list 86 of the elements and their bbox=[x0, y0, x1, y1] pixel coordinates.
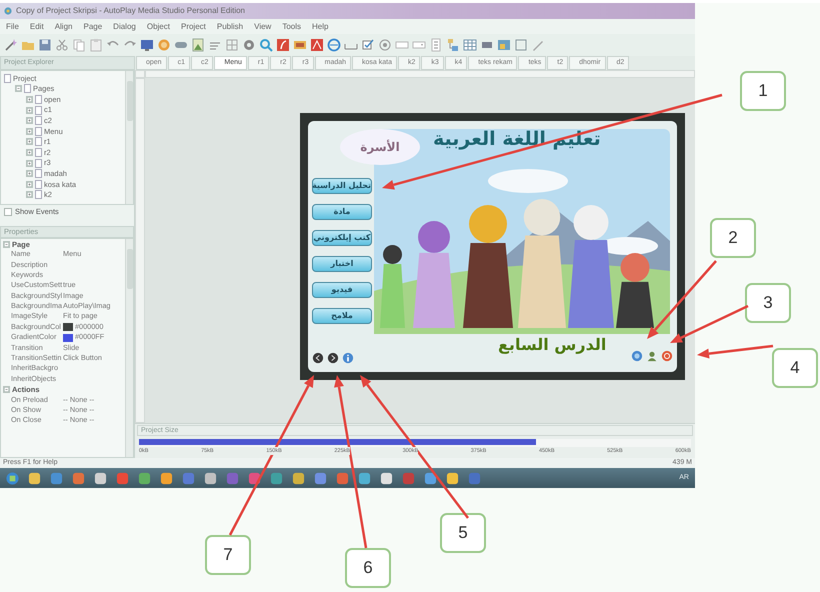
paste-icon[interactable] bbox=[89, 38, 103, 52]
menu-item[interactable]: Project bbox=[180, 20, 206, 32]
collapse-toggle[interactable] bbox=[15, 85, 22, 92]
menu-item[interactable]: Edit bbox=[30, 20, 44, 32]
flash-icon[interactable] bbox=[276, 38, 290, 52]
app-icon[interactable] bbox=[160, 472, 173, 484]
checkbox[interactable] bbox=[4, 208, 12, 216]
scissors-icon[interactable] bbox=[55, 38, 69, 52]
radio-icon[interactable] bbox=[378, 38, 392, 52]
start-icon[interactable] bbox=[6, 472, 19, 484]
browser-icon[interactable] bbox=[327, 38, 341, 52]
expand-toggle[interactable] bbox=[26, 117, 33, 124]
slideshow-icon[interactable] bbox=[293, 38, 307, 52]
table-icon[interactable] bbox=[463, 38, 477, 52]
collapse-toggle[interactable] bbox=[3, 240, 10, 248]
page-icon bbox=[4, 74, 11, 83]
menu-item[interactable]: Page bbox=[83, 20, 102, 32]
callout-number: 4 bbox=[772, 348, 818, 388]
expand-toggle[interactable] bbox=[26, 170, 33, 178]
callout-number: 6 bbox=[345, 548, 391, 588]
globe-icon[interactable] bbox=[157, 38, 171, 52]
search-icon[interactable] bbox=[259, 38, 273, 52]
menu-item[interactable]: View bbox=[254, 20, 272, 32]
menu-button[interactable]: فيديو bbox=[312, 282, 372, 298]
expand-toggle[interactable] bbox=[26, 128, 33, 135]
menu-item[interactable]: Publish bbox=[216, 20, 244, 32]
expand-toggle[interactable] bbox=[26, 96, 33, 103]
grid-icon[interactable] bbox=[225, 38, 239, 52]
app-icon[interactable] bbox=[94, 472, 107, 484]
expand-toggle[interactable] bbox=[26, 138, 33, 146]
checkbox-icon[interactable] bbox=[361, 38, 375, 52]
menu-item[interactable]: File bbox=[6, 20, 19, 32]
menu-item[interactable]: Help bbox=[312, 20, 328, 32]
callout-number: 5 bbox=[440, 513, 486, 553]
gear-icon[interactable] bbox=[242, 38, 256, 52]
window-title: Copy of Project Skripsi - AutoPlay Media Studio Personal Edition bbox=[16, 5, 246, 17]
menu-button[interactable]: كتب إيلكتروني bbox=[312, 230, 372, 246]
list-icon[interactable] bbox=[429, 38, 443, 52]
scrollbar[interactable] bbox=[125, 71, 133, 204]
frame-icon[interactable] bbox=[514, 38, 528, 52]
expand-toggle[interactable] bbox=[26, 148, 33, 156]
app-icon[interactable] bbox=[292, 472, 305, 484]
callout-number: 1 bbox=[740, 71, 786, 111]
image-icon[interactable] bbox=[191, 38, 205, 52]
monitor-icon[interactable] bbox=[140, 38, 154, 52]
pdf-icon[interactable] bbox=[310, 38, 324, 52]
menu-button[interactable]: ملامح bbox=[312, 308, 372, 324]
menu-item[interactable]: Align bbox=[54, 20, 72, 32]
expand-toggle[interactable] bbox=[26, 106, 33, 114]
app-icon[interactable] bbox=[270, 472, 283, 484]
menu-button[interactable]: اختبار bbox=[312, 256, 372, 272]
exit-icon[interactable] bbox=[661, 350, 673, 362]
app-icon[interactable] bbox=[314, 472, 327, 484]
scrollbar[interactable] bbox=[125, 239, 133, 457]
menu-item[interactable]: Tools bbox=[282, 20, 302, 32]
app-icon[interactable] bbox=[446, 472, 459, 484]
expand-toggle[interactable] bbox=[26, 160, 33, 167]
tree-icon[interactable] bbox=[446, 38, 460, 52]
app-icon[interactable] bbox=[204, 472, 217, 484]
globe-icon[interactable] bbox=[631, 350, 643, 362]
menu-item[interactable]: Object bbox=[146, 20, 170, 32]
info-icon[interactable] bbox=[342, 352, 354, 364]
app-icon[interactable] bbox=[380, 472, 393, 484]
app-icon[interactable] bbox=[72, 472, 85, 484]
picture-frame-icon[interactable] bbox=[497, 38, 511, 52]
menu-item[interactable]: Dialog bbox=[113, 20, 136, 32]
wand-icon[interactable] bbox=[4, 38, 18, 52]
copy-icon[interactable] bbox=[72, 38, 86, 52]
pencil-icon[interactable] bbox=[531, 38, 545, 52]
lesson-title: الدرس السابع bbox=[498, 334, 606, 356]
collapse-toggle[interactable] bbox=[3, 386, 10, 394]
callout-number: 2 bbox=[710, 218, 756, 258]
forward-icon[interactable] bbox=[327, 352, 339, 364]
page-title: تعليم اللغة العربية bbox=[433, 127, 601, 152]
callout-number: 3 bbox=[745, 283, 791, 323]
app-icon bbox=[3, 6, 13, 16]
person-icon[interactable] bbox=[646, 350, 658, 362]
menu-button[interactable]: مادة bbox=[312, 204, 372, 220]
app-icon[interactable] bbox=[28, 472, 41, 484]
expand-toggle[interactable] bbox=[26, 191, 33, 198]
expand-toggle[interactable] bbox=[26, 180, 33, 188]
app-icon[interactable] bbox=[138, 472, 151, 484]
callout-number: 7 bbox=[205, 535, 251, 575]
app-icon[interactable] bbox=[358, 472, 371, 484]
menu-button[interactable]: تحليل الدراسية bbox=[312, 178, 372, 194]
back-icon[interactable] bbox=[312, 352, 324, 364]
